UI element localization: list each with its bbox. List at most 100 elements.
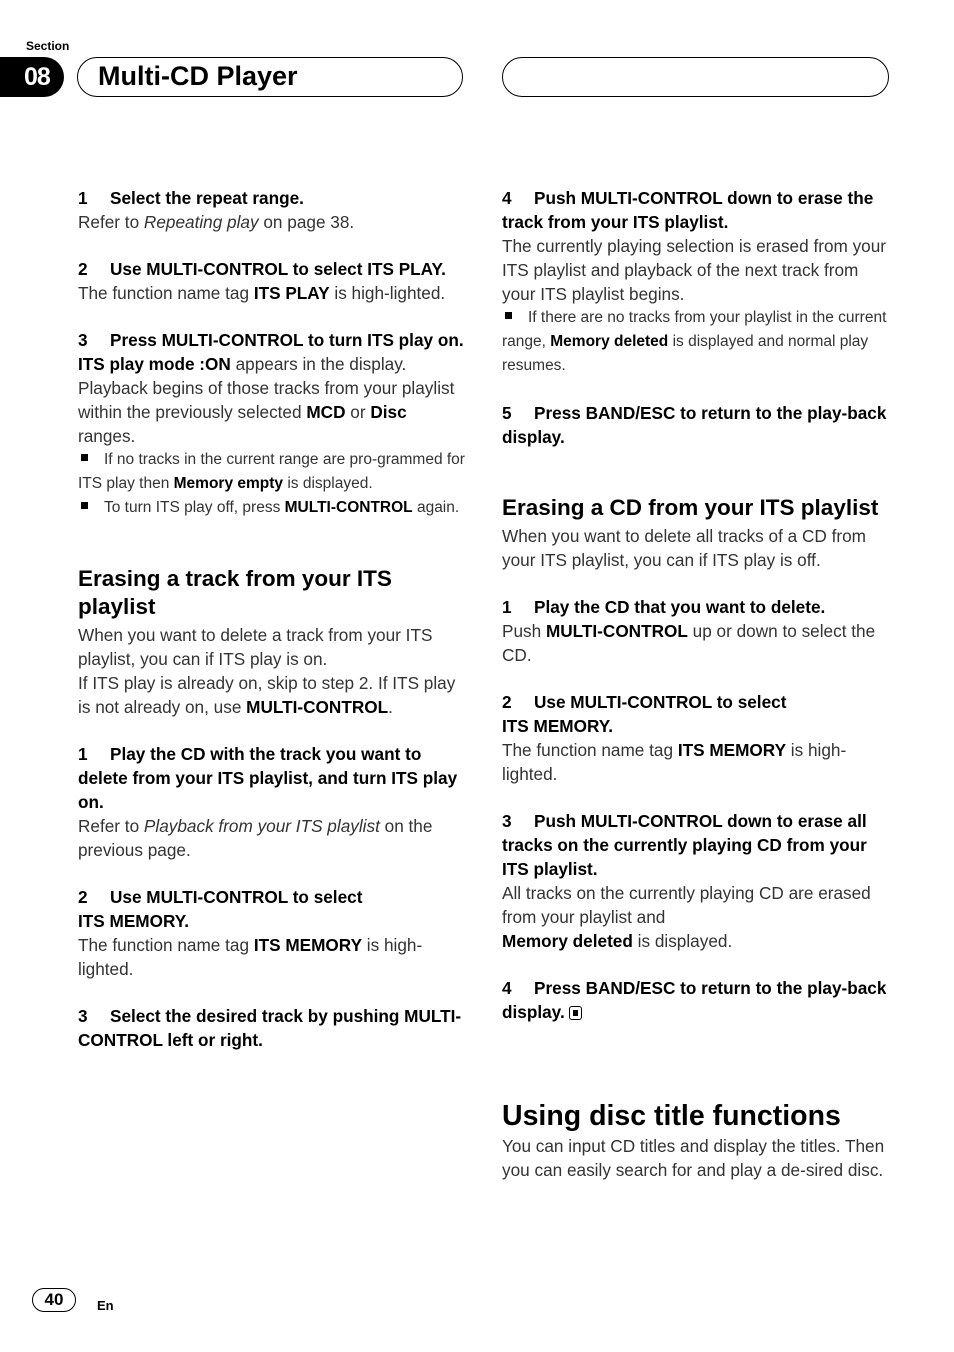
bullet-icon	[505, 312, 512, 319]
step-heading: 1 Play the CD with the track you want to …	[78, 742, 468, 814]
step-heading: 5 Press BAND/ESC to return to the play-ba…	[502, 401, 892, 449]
range-label: Disc	[370, 402, 407, 422]
step-title: Select the repeat range.	[110, 188, 304, 208]
text: or	[345, 402, 371, 422]
section-body: You can input CD titles and display the …	[502, 1136, 885, 1180]
control-name: MULTI-CONTROL	[545, 621, 688, 641]
step-heading: 1 Select the repeat range.	[78, 186, 468, 210]
step-heading: 4 Push MULTI-CONTROL down to erase the tr…	[502, 186, 892, 234]
text: ranges.	[78, 426, 136, 446]
language-code: En	[97, 1298, 114, 1313]
section-number-badge: 08	[0, 57, 64, 97]
text: is displayed.	[632, 931, 733, 951]
step-title: ITS MEMORY.	[78, 911, 190, 931]
control-name: MULTI-CONTROL	[284, 499, 413, 516]
step-title: Push MULTI-CONTROL down to erase the tra…	[502, 188, 874, 232]
step-body: All tracks on the currently playing CD a…	[502, 881, 892, 953]
text: The function name tag	[78, 283, 254, 303]
step-title: Select the desired track by pushing MULT…	[78, 1006, 462, 1050]
step-title: Play the CD with the track you want to d…	[78, 744, 458, 812]
step-number: 3	[78, 1006, 88, 1026]
note: If no tracks in the current range are pr…	[78, 448, 468, 496]
step-title: Press BAND/ESC to return to the play-bac…	[502, 403, 887, 447]
step-body: ITS play mode :ON appears in the display…	[78, 352, 468, 376]
step-body: Refer to Playback from your ITS playlist…	[78, 814, 468, 862]
step-title: ITS MEMORY.	[502, 716, 614, 736]
text: The function name tag	[78, 935, 254, 955]
note: If there are no tracks from your playlis…	[502, 306, 892, 378]
step-number: 3	[502, 811, 512, 831]
intro-text: When you want to delete a track from you…	[78, 625, 433, 669]
step-number: 2	[78, 887, 88, 907]
cross-reference: Playback from your ITS playlist	[143, 816, 380, 836]
step-number: 2	[502, 692, 512, 712]
step-body: Playback begins of those tracks from you…	[78, 376, 468, 448]
step-body: The function name tag ITS PLAY is high-l…	[78, 281, 468, 305]
subsection-heading: Erasing a track from your ITS playlist	[78, 566, 392, 619]
step-title: Press MULTI-CONTROL to turn ITS play on.	[110, 330, 464, 350]
step-heading: 1 Play the CD that you want to delete.	[502, 595, 892, 619]
step-number: 1	[502, 597, 512, 617]
step-title: Use MULTI-CONTROL to select ITS PLAY.	[110, 259, 446, 279]
display-message: Memory deleted	[502, 931, 633, 951]
text: .	[388, 697, 393, 717]
step-number: 4	[502, 188, 512, 208]
step-number: 2	[78, 259, 88, 279]
function-tag: ITS MEMORY	[677, 740, 787, 760]
step-body: Push MULTI-CONTROL up or down to select …	[502, 619, 892, 667]
range-label: MCD	[306, 402, 346, 422]
step-number: 1	[78, 744, 88, 764]
step-body: The function name tag ITS MEMORY is high…	[502, 738, 892, 786]
step-heading: 2 Use MULTI-CONTROL to select ITS MEMORY.	[78, 885, 468, 933]
section-label: Section	[26, 39, 70, 53]
step-body: The currently playing selection is erase…	[502, 236, 887, 304]
text: All tracks on the currently playing CD a…	[502, 883, 871, 927]
step-number: 3	[78, 330, 88, 350]
step-number: 4	[502, 978, 512, 998]
step-number: 1	[78, 188, 88, 208]
display-message: ITS play mode :ON	[78, 354, 231, 374]
text: To turn ITS play off, press	[104, 499, 285, 516]
step-number: 5	[502, 403, 512, 423]
intro-text: When you want to delete all tracks of a …	[502, 526, 866, 570]
step-title: Use MULTI-CONTROL to select	[534, 692, 787, 712]
page-title: Multi-CD Player	[98, 61, 298, 91]
display-message: Memory deleted	[550, 333, 669, 350]
intro-text: If ITS play is already on, skip to step …	[78, 671, 468, 719]
section-heading: Using disc title functions	[502, 1100, 841, 1132]
subsection-heading: Erasing a CD from your ITS playlist	[502, 495, 879, 520]
text: is displayed.	[283, 475, 373, 492]
text: Refer to	[78, 816, 144, 836]
text: again.	[412, 499, 460, 516]
function-tag: ITS MEMORY	[253, 935, 363, 955]
section-title-pill: Multi-CD Player	[77, 57, 463, 97]
text: on page 38.	[258, 212, 355, 232]
control-name: MULTI-CONTROL	[246, 697, 389, 717]
cross-reference: Repeating play	[143, 212, 259, 232]
step-heading: 2 Use MULTI-CONTROL to select ITS PLAY.	[78, 257, 468, 281]
step-title: Push MULTI-CONTROL down to erase all tra…	[502, 811, 867, 879]
step-title: Play the CD that you want to delete.	[534, 597, 826, 617]
step-heading: 3 Press MULTI-CONTROL to turn ITS play on…	[78, 328, 468, 352]
step-body: The function name tag ITS MEMORY is high…	[78, 933, 468, 981]
step-heading: 3 Push MULTI-CONTROL down to erase all tr…	[502, 809, 892, 881]
step-title: Use MULTI-CONTROL to select	[110, 887, 363, 907]
note: To turn ITS play off, press MULTI-CONTRO…	[78, 496, 468, 520]
left-column: 1 Select the repeat range. Refer to Repea…	[78, 186, 468, 1052]
text: The function name tag	[502, 740, 678, 760]
empty-header-pill	[502, 57, 889, 97]
page-number: 40	[32, 1288, 76, 1312]
step-heading: 2 Use MULTI-CONTROL to select ITS MEMORY.	[502, 690, 892, 738]
step-heading: 3 Select the desired track by pushing MUL…	[78, 1004, 468, 1052]
bullet-icon	[81, 502, 88, 509]
text: Push	[502, 621, 546, 641]
right-column: 4 Push MULTI-CONTROL down to erase the tr…	[502, 186, 892, 1182]
bullet-icon	[81, 454, 88, 461]
step-title: Press BAND/ESC to return to the play-bac…	[502, 978, 887, 1022]
step-body: Refer to Repeating play on page 38.	[78, 210, 468, 234]
display-message: Memory empty	[173, 475, 284, 492]
text: appears in the display.	[230, 354, 407, 374]
end-of-section-icon	[568, 1006, 582, 1020]
function-tag: ITS PLAY	[253, 283, 330, 303]
text: Refer to	[78, 212, 144, 232]
